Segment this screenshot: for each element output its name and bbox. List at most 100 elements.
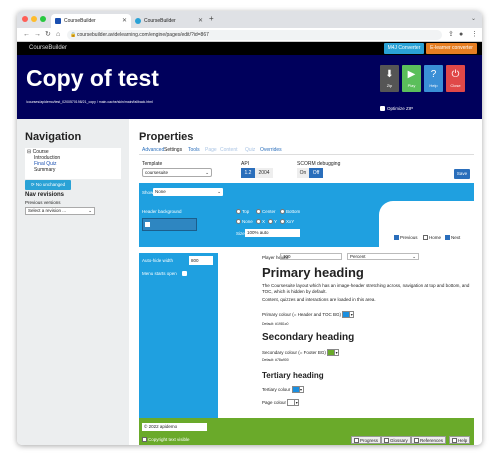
radio-label: None [242,219,253,224]
player-height-unit-select[interactable]: Percent ⌄ [347,253,419,260]
page-colour-swatch[interactable] [287,399,296,407]
progress-checkbox[interactable]: Progress [351,436,382,444]
chevron-down-icon: ⌄ [88,208,92,213]
maximize-window-button[interactable] [40,16,46,22]
scorm-on[interactable]: On [297,168,309,178]
tertiary-colour-swatch[interactable] [291,386,300,394]
repeat-none-radio[interactable]: None [236,219,253,225]
address-bar[interactable]: 🔒 coursebuilder.avidelearning.com/engine… [67,30,442,40]
tab-tools[interactable]: Tools [188,146,200,155]
profile-icon[interactable]: ● [459,30,463,40]
nav-revisions-heading: Nav revisions [25,192,65,198]
repeat-xy-radio[interactable]: XxY [280,219,294,225]
position-top-radio[interactable]: Top [236,209,249,215]
radio-icon [236,219,241,225]
radio-icon [256,219,261,225]
checkbox-label: Previous [400,235,418,240]
api-option-1-2[interactable]: 1.2 [241,168,255,178]
chevron-down-icon[interactable]: ▾ [299,386,304,394]
forward-icon[interactable]: → [34,30,41,40]
checkbox-label: Next [451,235,461,240]
no-changes-button[interactable]: ⟳ No unchanged [25,180,71,190]
show-value: None [155,189,166,194]
checkbox-label: Help [458,438,468,443]
tab-content[interactable]: Content [220,146,238,155]
tab-coursebuilder[interactable]: CourseBuilder ✕ [131,14,207,28]
new-tab-icon[interactable]: + [209,14,214,24]
previous-checkbox[interactable]: Previous [394,235,418,241]
next-checkbox[interactable]: Next [445,235,460,241]
tab-close-icon[interactable]: ✕ [198,14,203,28]
chevron-down-icon[interactable]: ▾ [295,399,300,407]
m-converter-button[interactable]: M4J Converter [384,43,424,54]
checkbox-label: Glossary [390,438,408,443]
checkbox-label: References [420,438,444,443]
chevron-down-icon[interactable]: ⌄ [471,15,476,22]
position-center-radio[interactable]: Center [256,209,276,215]
autohide-width-label: Auto-hide width [142,258,174,263]
size-input[interactable]: 100% auto [245,229,300,237]
close-label: Close [450,83,461,88]
api-option-2004[interactable]: 2004 [255,168,273,178]
header-background-label: Header background [142,209,182,214]
radio-icon [236,209,241,215]
optimize-zip-toggle[interactable]: Optimize ZIP [380,106,413,112]
secondary-colour-swatch[interactable] [327,349,336,357]
save-button[interactable]: Save [454,169,470,179]
radio-label: Y [274,219,278,224]
show-select[interactable]: None ⌄ [153,188,223,196]
navigation-tree: ⊟ Course Introduction Final Quiz Summary [25,148,121,179]
help-icon: ? [430,69,437,80]
player-height-input[interactable]: 100 [280,253,342,260]
home-checkbox[interactable]: Home [423,235,441,241]
download-icon: ⬇ [385,69,394,80]
play-icon: ▶ [407,69,416,80]
position-bottom-radio[interactable]: Bottom [280,209,300,215]
show-label: Show [142,190,154,195]
tab-quiz[interactable]: Quiz [245,146,255,155]
optimize-zip-label: Optimize ZIP [387,106,414,111]
header-background-picker[interactable] [142,218,197,231]
tab-advanced[interactable]: Advanced [142,146,164,155]
close-button[interactable]: ⏻ Close [446,65,465,92]
menu-icon[interactable]: ⋮ [471,30,478,40]
size-label: Size [236,231,245,236]
copyright-visible-checkbox[interactable]: Copyright text visible [142,436,190,443]
content-description: Content, quizzes and interactions are lo… [262,297,376,302]
primary-colour-swatch[interactable] [342,311,351,319]
revision-select[interactable]: Select a revision ... ⌄ [25,207,95,215]
help-button[interactable]: ? Help [424,65,443,92]
tertiary-heading: Tertiary heading [262,371,324,380]
tab-coursebuilder-active[interactable]: CourseBuilder ✕ [51,14,131,28]
repeat-x-radio[interactable]: X [256,219,265,225]
chevron-down-icon[interactable]: ▾ [350,311,355,319]
repeat-y-radio[interactable]: Y [268,219,277,225]
references-checkbox[interactable]: References [411,436,447,444]
radio-icon [256,209,261,215]
radio-label: XxY [286,219,295,224]
home-icon[interactable]: ⌂ [56,30,60,40]
reload-icon[interactable]: ↻ [45,30,51,40]
tab-settings[interactable]: Settings [164,146,182,155]
help-checkbox[interactable]: Help [449,436,471,444]
scorm-off[interactable]: Off [309,168,323,178]
menu-starts-open-checkbox[interactable] [182,271,187,276]
template-select[interactable]: coursesuite ⌄ [142,168,212,177]
checkbox-icon [384,438,389,444]
back-icon[interactable]: ← [23,30,30,40]
tab-page[interactable]: Page [205,146,217,155]
play-button[interactable]: ▶ Play [402,65,421,92]
tree-item-summary[interactable]: Summary [27,167,119,173]
zip-button[interactable]: ⬇ Zip [380,65,399,92]
chevron-down-icon[interactable]: ▾ [335,349,340,357]
minimize-window-button[interactable] [31,16,37,22]
glossary-checkbox[interactable]: Glossary [381,436,411,444]
tab-overrides[interactable]: Overrides [260,146,282,155]
e-converter-button[interactable]: E-learner converter [426,43,477,54]
autohide-width-input[interactable]: 800 [189,256,213,265]
primary-default-label: Default: #1981c0 [262,322,289,326]
close-window-button[interactable] [22,16,28,22]
share-icon[interactable]: ⇪ [448,30,454,40]
copyright-input[interactable]: © 2022 apidemo [142,423,207,431]
tab-close-icon[interactable]: ✕ [122,14,127,28]
